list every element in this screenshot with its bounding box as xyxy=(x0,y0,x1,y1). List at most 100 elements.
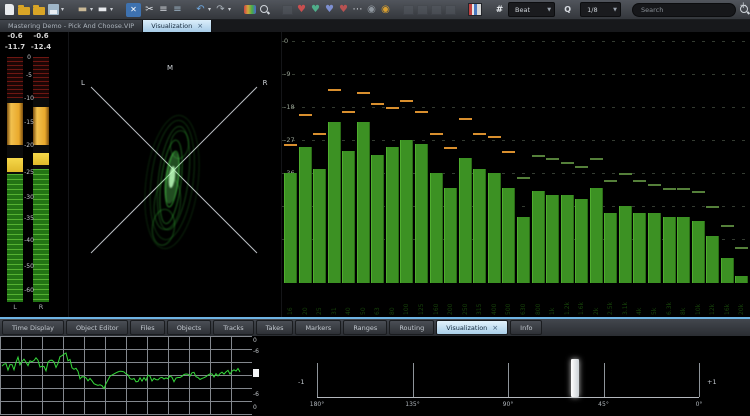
close-icon[interactable]: × xyxy=(492,324,498,332)
new-file-icon[interactable] xyxy=(4,3,15,17)
spectrum-bar xyxy=(532,191,545,283)
bottom-tab-ranges[interactable]: Ranges xyxy=(343,320,387,335)
bottom-tab-files[interactable]: Files xyxy=(130,320,164,335)
spectrum-bar xyxy=(735,276,748,283)
spectrum-frequency-label: 250 xyxy=(459,287,472,315)
delete-disabled-icon[interactable] xyxy=(445,3,456,17)
spectrum-frequency-label: 20k xyxy=(735,287,748,315)
spectrum-analyzer-panel: 0-9-18-27-36-45-541620253140506380100125… xyxy=(282,32,750,317)
meter-zone xyxy=(33,169,49,302)
spectrum-peak-hold xyxy=(299,114,312,116)
channel-label-R: R xyxy=(33,303,49,311)
add-tab-button[interactable]: + xyxy=(739,0,747,12)
correlation-angle-label: 0° xyxy=(696,401,703,408)
cut-disabled-icon[interactable] xyxy=(403,3,414,17)
bottom-tab-objects[interactable]: Objects xyxy=(167,320,212,335)
bottom-tab-routing[interactable]: Routing xyxy=(389,320,434,335)
import-folder-icon[interactable] xyxy=(33,3,45,17)
spectrum-peak-hold xyxy=(284,144,297,146)
save-icon[interactable] xyxy=(48,3,59,17)
meter-scale-label: -5 xyxy=(21,72,37,79)
bottom-tab-object-editor[interactable]: Object Editor xyxy=(66,320,128,335)
spectrum-bar xyxy=(619,206,632,283)
bottom-tab-time-display[interactable]: Time Display xyxy=(2,320,64,335)
peak-readout-L: -0.6 xyxy=(2,32,28,40)
spectrum-bar xyxy=(575,199,588,283)
tab-label: Mastering Demo - Pick And Choose.VIP xyxy=(8,22,134,30)
close-icon[interactable]: × xyxy=(197,22,203,30)
mixer-levels-icon[interactable] xyxy=(468,3,482,17)
favorite-heart-red2-icon[interactable]: ♥ xyxy=(338,3,349,17)
track-colors-icon-shape xyxy=(244,5,256,14)
favorite-heart-red-icon[interactable]: ♥ xyxy=(296,3,307,17)
spectrum-frequency-label: 16k xyxy=(721,287,734,315)
zoom-tool-icon[interactable] xyxy=(259,3,270,17)
meter-scale-label: -50 xyxy=(21,263,37,270)
paste-disabled-icon-shape xyxy=(431,5,442,15)
meter-scale-label: -40 xyxy=(21,237,37,244)
meter-scale-label: 0 xyxy=(21,54,37,61)
tab-mastering-demo-pick-and-choose-vip[interactable]: Mastering Demo - Pick And Choose.VIP xyxy=(0,20,143,32)
correlation-tick xyxy=(508,363,509,397)
object-mode-dropdown-icon[interactable]: ▾ xyxy=(109,3,114,17)
save-dropdown-icon[interactable]: ▾ xyxy=(60,3,65,17)
snap-grid-icon[interactable]: # xyxy=(494,3,505,17)
beat-select[interactable]: Beat ▼ xyxy=(508,2,555,17)
split-object-icon[interactable]: ✂ xyxy=(144,3,155,17)
spectrum-frequency-label: 1k xyxy=(546,287,559,315)
bottom-tab-visualization[interactable]: Visualization× xyxy=(436,320,508,335)
spectrum-bar xyxy=(692,221,705,283)
spectrum-bar xyxy=(488,173,501,283)
spectrum-db-label: -9 xyxy=(284,70,290,78)
favorite-heart-green-icon[interactable]: ♥ xyxy=(310,3,321,17)
spectrum-bar xyxy=(706,236,719,283)
spectrum-db-label: 0 xyxy=(284,37,288,45)
correlation-angle-label: 90° xyxy=(503,401,514,408)
paste-disabled-icon[interactable] xyxy=(431,3,442,17)
open-folder-icon-shape xyxy=(18,7,30,15)
spectrum-peak-hold xyxy=(706,206,719,208)
undo-icon[interactable]: ↶ xyxy=(195,3,206,17)
spectrum-peak-hold xyxy=(430,133,443,135)
spectrum-bar xyxy=(415,144,428,283)
chevron-down-icon: ▼ xyxy=(613,7,617,13)
crossfade-editor-icon[interactable]: ✕ xyxy=(126,3,141,17)
more-options-icon[interactable]: ⋯ xyxy=(352,3,363,17)
preset-disabled-icon-shape xyxy=(282,5,293,15)
favorite-heart-blue-icon[interactable]: ♥ xyxy=(324,3,335,17)
bottom-tab-info[interactable]: Info xyxy=(510,320,542,335)
smiley-icon[interactable]: ◉ xyxy=(380,3,391,17)
redo-dropdown-icon[interactable]: ▾ xyxy=(227,3,232,17)
bottom-tab-takes[interactable]: Takes xyxy=(256,320,294,335)
spectrum-peak-hold xyxy=(444,147,457,149)
spectrum-peak-hold xyxy=(386,107,399,109)
redo-icon[interactable]: ↷ xyxy=(215,3,226,17)
goniometer-label-left: L xyxy=(81,79,85,87)
bottom-tab-markers[interactable]: Markers xyxy=(295,320,341,335)
mouse-mode-icon[interactable]: ▬ xyxy=(77,3,88,17)
grid-select[interactable]: 1/8 ▼ xyxy=(580,2,621,17)
object-mode-icon[interactable]: ▬ xyxy=(97,3,108,17)
align-objects-icon[interactable]: ≡ xyxy=(158,3,169,17)
track-colors-icon[interactable] xyxy=(244,3,256,17)
correlation-angle-label: 135° xyxy=(405,401,419,408)
spectrum-bar xyxy=(590,188,603,283)
mouse-mode-dropdown-icon[interactable]: ▾ xyxy=(89,3,94,17)
monitor-eye-icon[interactable]: ◉ xyxy=(366,3,377,17)
import-folder-icon-shape xyxy=(33,7,45,15)
scope-axis-label: -6 xyxy=(253,348,264,355)
tab-visualization[interactable]: Visualization× xyxy=(143,20,212,32)
copy-disabled-icon[interactable] xyxy=(417,3,428,17)
bottom-tab-tracks[interactable]: Tracks xyxy=(213,320,253,335)
quantize-button[interactable]: Q xyxy=(562,3,573,17)
search-input[interactable] xyxy=(632,3,736,17)
spectrum-frequency-label: 25 xyxy=(313,287,326,315)
undo-dropdown-icon[interactable]: ▾ xyxy=(207,3,212,17)
open-folder-icon[interactable] xyxy=(18,3,30,17)
spectrum-frequency-label: 50 xyxy=(357,287,370,315)
scope-waveform-trace xyxy=(2,353,240,389)
spectrum-peak-hold xyxy=(371,103,384,105)
align-tracks-icon[interactable]: ≡ xyxy=(172,3,183,17)
preset-disabled-icon[interactable] xyxy=(282,3,293,17)
spectrum-peak-hold xyxy=(648,184,661,186)
